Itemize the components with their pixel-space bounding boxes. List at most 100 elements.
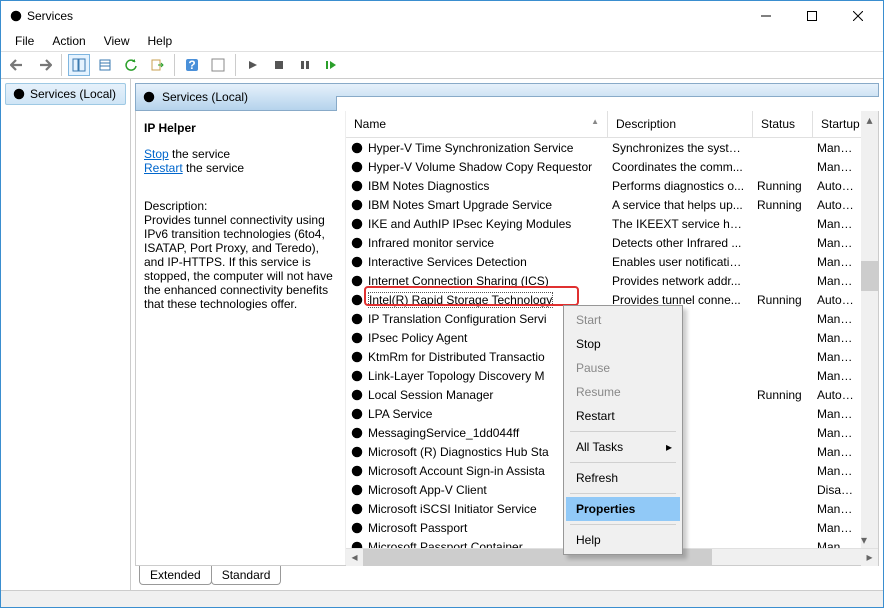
col-description[interactable]: Description xyxy=(608,111,753,137)
service-row[interactable]: IBM Notes DiagnosticsPerforms diagnostic… xyxy=(346,176,878,195)
service-row[interactable]: Hyper-V Time Synchronization ServiceSync… xyxy=(346,138,878,157)
window-title: Services xyxy=(27,9,743,23)
menu-help[interactable]: Help xyxy=(140,32,181,50)
service-desc: Enables user notificatio... xyxy=(608,255,753,269)
menu-action[interactable]: Action xyxy=(44,32,93,50)
restart-link[interactable]: Restart xyxy=(144,161,183,175)
service-name: IKE and AuthIP IPsec Keying Modules xyxy=(368,217,571,231)
service-startup: Automa xyxy=(813,388,863,402)
export-button[interactable] xyxy=(146,54,168,76)
service-name: KtmRm for Distributed Transactio xyxy=(368,350,545,364)
col-name[interactable]: Name xyxy=(346,111,608,137)
service-name: LPA Service xyxy=(368,407,432,421)
toolbar: ? xyxy=(1,51,883,79)
service-name: IPsec Policy Agent xyxy=(368,331,467,345)
service-row[interactable]: IBM Notes Smart Upgrade ServiceA service… xyxy=(346,195,878,214)
stop-link[interactable]: Stop xyxy=(144,147,169,161)
context-menu: Start Stop Pause Resume Restart All Task… xyxy=(563,305,683,555)
gear-icon xyxy=(350,236,364,250)
start-button[interactable] xyxy=(242,54,264,76)
tab-standard[interactable]: Standard xyxy=(211,566,282,585)
ctx-start[interactable]: Start xyxy=(566,308,680,332)
service-name: Link-Layer Topology Discovery M xyxy=(368,369,545,383)
service-status: Running xyxy=(753,293,813,307)
service-name: Microsoft Passport xyxy=(368,521,467,535)
gear-icon xyxy=(350,179,364,193)
ctx-all-tasks[interactable]: All Tasks xyxy=(566,435,680,459)
gear-icon xyxy=(350,483,364,497)
refresh-button[interactable] xyxy=(120,54,142,76)
view-detail-button[interactable] xyxy=(68,54,90,76)
service-desc: Provides network addr... xyxy=(608,274,753,288)
service-row[interactable]: Infrared monitor serviceDetects other In… xyxy=(346,233,878,252)
service-startup: Manual xyxy=(813,331,863,345)
svg-text:?: ? xyxy=(188,58,195,72)
service-row[interactable]: Interactive Services Detection Enables us… xyxy=(346,252,878,271)
menubar: File Action View Help xyxy=(1,31,883,51)
restart-button[interactable] xyxy=(320,54,342,76)
gear-icon xyxy=(350,521,364,535)
gear-icon xyxy=(350,198,364,212)
vertical-scrollbar[interactable]: ▴▾ xyxy=(861,111,878,548)
service-name: Microsoft Account Sign-in Assista xyxy=(368,464,545,478)
ctx-resume[interactable]: Resume xyxy=(566,380,680,404)
gear-icon xyxy=(350,407,364,421)
panel-header-label: Services (Local) xyxy=(162,90,248,104)
forward-button[interactable] xyxy=(33,54,55,76)
service-startup: Manual xyxy=(813,141,863,155)
ctx-help[interactable]: Help xyxy=(566,528,680,552)
menu-file[interactable]: File xyxy=(7,32,42,50)
service-name: Local Session Manager xyxy=(368,388,493,402)
service-name: IP Translation Configuration Servi xyxy=(368,312,547,326)
close-button[interactable] xyxy=(835,2,881,30)
service-name: Intel(R) Rapid Storage Technology xyxy=(368,292,553,308)
ctx-refresh[interactable]: Refresh xyxy=(566,466,680,490)
service-row[interactable]: Hyper-V Volume Shadow Copy RequestorCoor… xyxy=(346,157,878,176)
gear-icon xyxy=(142,90,156,104)
gear-icon xyxy=(350,540,364,549)
titlebar: Services xyxy=(1,1,883,31)
panel-header: Services (Local) xyxy=(135,83,879,111)
service-desc: A service that helps up... xyxy=(608,198,753,212)
service-status: Running xyxy=(753,179,813,193)
pause-button[interactable] xyxy=(294,54,316,76)
tab-extended[interactable]: Extended xyxy=(139,566,212,585)
column-headers: Name Description Status Startup xyxy=(346,111,878,138)
gear-icon xyxy=(350,388,364,402)
col-startup[interactable]: Startup xyxy=(813,111,863,137)
service-desc: The IKEEXT service hos... xyxy=(608,217,753,231)
detail-panel: IP Helper Stop the service Restart the s… xyxy=(136,111,346,565)
service-startup: Manual xyxy=(813,426,863,440)
ctx-properties[interactable]: Properties xyxy=(566,497,680,521)
minimize-button[interactable] xyxy=(743,2,789,30)
help2-button[interactable] xyxy=(207,54,229,76)
service-startup: Manual xyxy=(813,160,863,174)
gear-icon xyxy=(350,502,364,516)
service-name: Microsoft (R) Diagnostics Hub Sta xyxy=(368,445,549,459)
service-startup: Automa xyxy=(813,198,863,212)
service-startup: Manual xyxy=(813,464,863,478)
back-button[interactable] xyxy=(7,54,29,76)
left-tree-panel: Services (Local) xyxy=(1,79,131,590)
ctx-pause[interactable]: Pause xyxy=(566,356,680,380)
service-startup: Automa xyxy=(813,179,863,193)
service-startup: Manual xyxy=(813,502,863,516)
ctx-restart[interactable]: Restart xyxy=(566,404,680,428)
service-name: Microsoft iSCSI Initiator Service xyxy=(368,502,537,516)
col-status[interactable]: Status xyxy=(753,111,813,137)
service-row[interactable]: Internet Connection Sharing (ICS) Provide… xyxy=(346,271,878,290)
service-desc: Synchronizes the syste... xyxy=(608,141,753,155)
service-startup: Manual xyxy=(813,274,863,288)
stop-button[interactable] xyxy=(268,54,290,76)
service-startup: Manual xyxy=(813,312,863,326)
bottom-tabs: Extended Standard xyxy=(135,566,879,590)
service-row[interactable]: IKE and AuthIP IPsec Keying Modules The I… xyxy=(346,214,878,233)
help-button[interactable]: ? xyxy=(181,54,203,76)
properties-button[interactable] xyxy=(94,54,116,76)
tree-item-services-local[interactable]: Services (Local) xyxy=(5,83,126,105)
service-name: Interactive Services Detection xyxy=(368,255,527,269)
menu-view[interactable]: View xyxy=(96,32,138,50)
service-name: Internet Connection Sharing (ICS) xyxy=(368,274,549,288)
maximize-button[interactable] xyxy=(789,2,835,30)
ctx-stop[interactable]: Stop xyxy=(566,332,680,356)
